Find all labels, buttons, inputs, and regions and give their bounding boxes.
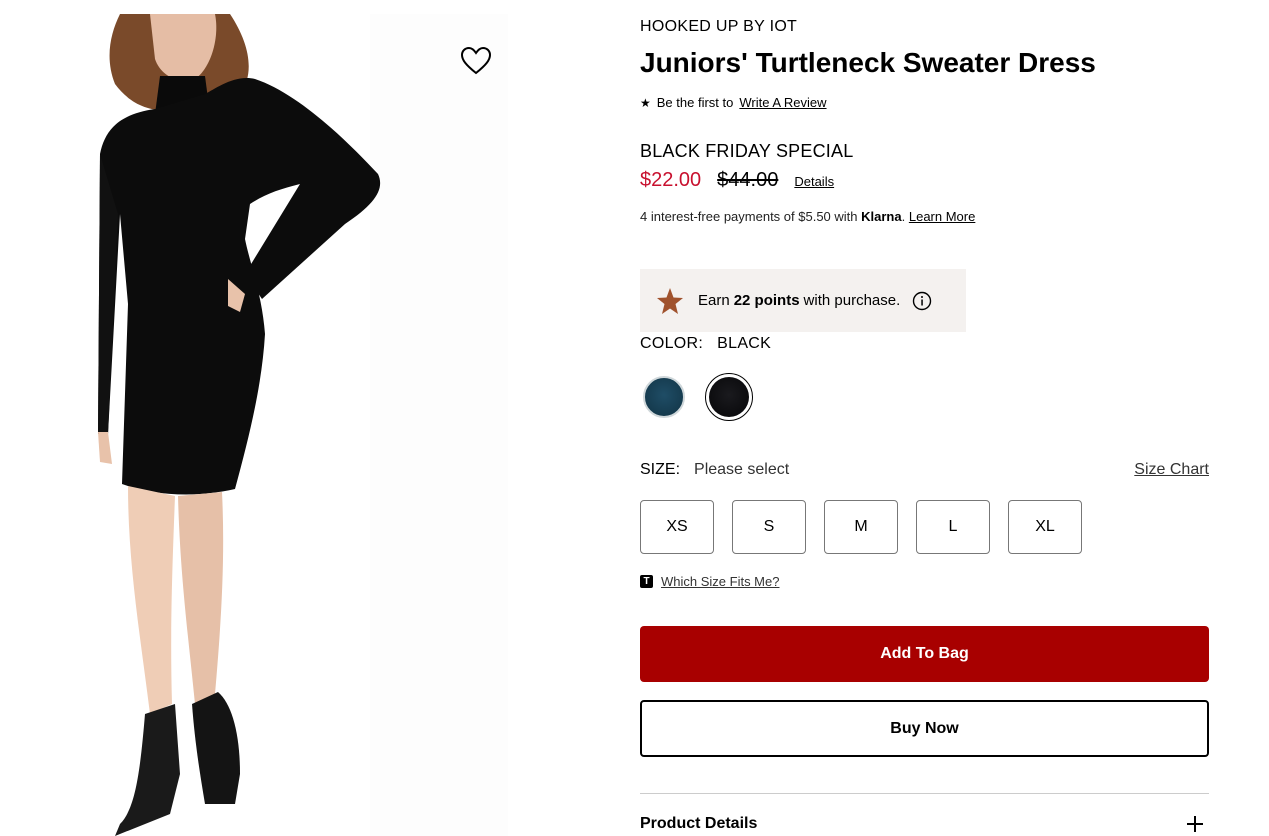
star-icon: ★ bbox=[640, 95, 651, 110]
product-brand[interactable]: HOOKED UP BY IOT bbox=[640, 18, 797, 36]
rewards-points-banner: Earn 22 points with purchase. bbox=[640, 269, 966, 332]
original-price: $44.00 bbox=[717, 169, 779, 191]
size-chart-link[interactable]: Size Chart bbox=[1134, 461, 1209, 479]
size-option-m[interactable]: M bbox=[824, 500, 898, 554]
size-label: SIZE: bbox=[640, 461, 681, 478]
promo-label: BLACK FRIDAY SPECIAL bbox=[640, 141, 854, 161]
add-to-bag-button[interactable]: Add To Bag bbox=[640, 626, 1209, 682]
klarna-text: 4 interest-free payments of $5.50 with bbox=[640, 209, 858, 224]
price-details-link[interactable]: Details bbox=[794, 174, 834, 189]
product-title: Juniors' Turtleneck Sweater Dress bbox=[640, 47, 1096, 78]
product-details-heading: Product Details bbox=[640, 815, 758, 832]
section-divider bbox=[640, 793, 1209, 794]
klarna-financing: 4 interest-free payments of $5.50 with K… bbox=[640, 209, 975, 224]
model-illustration bbox=[98, 14, 381, 836]
price-row: $22.00 $44.00 Details bbox=[640, 169, 834, 192]
size-option-s[interactable]: S bbox=[732, 500, 806, 554]
size-fit-helper: T Which Size Fits Me? bbox=[640, 574, 779, 589]
info-icon[interactable] bbox=[912, 291, 932, 311]
color-swatch-black[interactable] bbox=[705, 373, 753, 421]
size-selector-label: SIZE: Please select Size Chart bbox=[640, 461, 1209, 479]
size-selected-value: Please select bbox=[694, 461, 790, 478]
which-size-fits-link[interactable]: Which Size Fits Me? bbox=[661, 574, 779, 589]
color-swatch-teal[interactable] bbox=[643, 376, 685, 418]
size-option-l[interactable]: L bbox=[916, 500, 990, 554]
points-suffix: with purchase. bbox=[803, 292, 901, 309]
color-selected-value: BLACK bbox=[717, 335, 772, 352]
sale-price: $22.00 bbox=[640, 169, 702, 191]
color-swatches bbox=[640, 373, 753, 421]
color-selector-label: COLOR: BLACK bbox=[640, 335, 771, 353]
points-amount: 22 points bbox=[733, 292, 800, 309]
size-option-xl[interactable]: XL bbox=[1008, 500, 1082, 554]
buy-now-button[interactable]: Buy Now bbox=[640, 700, 1209, 757]
review-summary: ★ Be the first to Write A Review bbox=[640, 95, 827, 110]
heart-icon[interactable] bbox=[460, 46, 492, 76]
review-prefix: Be the first to bbox=[656, 95, 734, 110]
klarna-period: . bbox=[901, 209, 906, 224]
klarna-logo: Klarna bbox=[861, 209, 902, 224]
klarna-learn-more-link[interactable]: Learn More bbox=[909, 209, 975, 224]
size-option-xs[interactable]: XS bbox=[640, 500, 714, 554]
truefit-icon: T bbox=[640, 575, 653, 588]
product-details-accordion[interactable]: Product Details bbox=[640, 815, 1209, 833]
size-options: XS S M L XL bbox=[640, 500, 1082, 554]
plus-icon[interactable] bbox=[1187, 816, 1203, 832]
star-icon bbox=[657, 287, 683, 314]
color-swatch-black-fill bbox=[709, 377, 749, 417]
product-image[interactable] bbox=[0, 14, 508, 836]
write-review-link[interactable]: Write A Review bbox=[739, 95, 826, 110]
points-prefix: Earn bbox=[698, 292, 730, 309]
color-label: COLOR: bbox=[640, 335, 704, 352]
